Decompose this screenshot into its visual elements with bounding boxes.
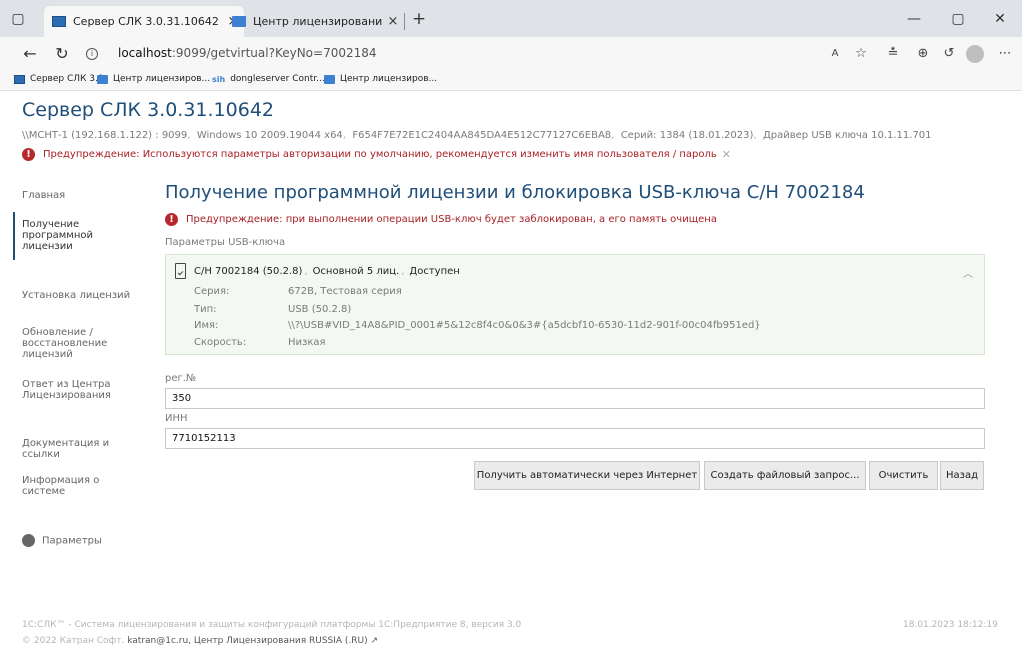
external-link-icon: ↗ bbox=[370, 636, 379, 646]
email-link[interactable]: katran@1c.ru bbox=[127, 636, 188, 646]
footer-timestamp: 18.01.2023 18:12:19 bbox=[903, 620, 998, 630]
collapse-chevron-icon[interactable]: ︿ bbox=[963, 265, 973, 280]
usb-params-label: Параметры USB-ключа bbox=[165, 237, 286, 248]
history-icon[interactable]: ↺ bbox=[940, 45, 958, 63]
back-button[interactable]: Назад bbox=[940, 461, 984, 490]
page-favicon-icon bbox=[324, 74, 335, 84]
reg-number-label: рег.№ bbox=[165, 373, 197, 384]
auth-warning: ! Предупреждение: Используются параметры… bbox=[22, 148, 731, 161]
sidebar-item-update-licenses[interactable]: Обновление / восстановление лицензий bbox=[22, 327, 137, 360]
tab-license-center[interactable]: Центр лицензирования СЛК.RU × bbox=[224, 6, 404, 37]
tab-actions-icon[interactable]: ▢ bbox=[0, 0, 36, 37]
page-favicon-icon bbox=[97, 74, 108, 84]
prop-value: 672В, Тестовая серия bbox=[288, 286, 402, 297]
footer-product: 1С:СЛК™ - Система лицензирования и защит… bbox=[22, 620, 522, 630]
dismiss-warning-icon[interactable]: ✕ bbox=[722, 148, 731, 161]
reg-number-input[interactable] bbox=[165, 388, 985, 409]
sidebar-item-docs[interactable]: Документация и ссылки bbox=[22, 438, 137, 460]
url-field[interactable]: localhost:9099/getvirtual?KeyNo=7002184 bbox=[118, 46, 377, 60]
prop-value: Низкая bbox=[288, 337, 326, 348]
usb-key-panel[interactable]: С/Н 7002184 (50.2.8), Основной 5 лиц., Д… bbox=[165, 254, 985, 355]
minimize-button[interactable]: — bbox=[892, 0, 936, 37]
active-nav-indicator bbox=[13, 212, 15, 260]
1c-favicon-icon bbox=[14, 74, 25, 84]
license-center-link[interactable]: Центр Лицензирования RUSSIA (.RU) bbox=[194, 636, 368, 646]
new-tab-button[interactable]: + bbox=[404, 0, 434, 37]
bookmark-license-center-2[interactable]: Центр лицензиров... bbox=[324, 74, 437, 84]
prop-value: \\?\USB#VID_14A8&PID_0001#5&12c8f4c0&0&3… bbox=[288, 320, 761, 331]
sidebar-item-settings[interactable]: Параметры bbox=[22, 534, 137, 547]
sidebar-item-center-response[interactable]: Ответ из Центра Лицензирования bbox=[22, 379, 137, 401]
warning-icon: ! bbox=[22, 148, 35, 161]
bookmark-server[interactable]: Сервер СЛК 3.0 bbox=[14, 74, 104, 84]
usb-key-header: С/Н 7002184 (50.2.8), Основной 5 лиц., Д… bbox=[175, 263, 460, 279]
bookmarks-bar: Сервер СЛК 3.0 Центр лицензиров... sih do… bbox=[0, 70, 1022, 91]
prop-label: Серия: bbox=[194, 286, 230, 297]
bookmark-dongleserver[interactable]: sih dongleserver Contr... bbox=[212, 74, 325, 84]
favorite-star-icon[interactable]: ☆ bbox=[852, 45, 870, 63]
collections-icon[interactable]: ⊕ bbox=[914, 45, 932, 63]
clear-button[interactable]: Очистить bbox=[869, 461, 938, 490]
get-auto-button[interactable]: Получить автоматически через Интернет bbox=[474, 461, 700, 490]
page-title: Сервер СЛК 3.0.31.10642 bbox=[22, 99, 275, 121]
1c-favicon-icon bbox=[52, 16, 66, 27]
site-info-icon[interactable]: i bbox=[86, 48, 98, 60]
usb-key-icon bbox=[175, 263, 186, 279]
prop-value: USB (50.2.8) bbox=[288, 304, 352, 315]
server-info: \\МСНТ-1 (192.168.1.122) : 9099, Windows… bbox=[22, 130, 932, 141]
sidebar-item-get-license[interactable]: Получение программной лицензии bbox=[22, 219, 137, 252]
operation-warning: ! Предупреждение: при выполнении операци… bbox=[165, 213, 717, 226]
main-heading: Получение программной лицензии и блокиро… bbox=[165, 182, 865, 203]
sih-favicon-icon: sih bbox=[212, 74, 226, 84]
inn-label: ИНН bbox=[165, 413, 188, 424]
sidebar-item-install-licenses[interactable]: Установка лицензий bbox=[22, 290, 137, 301]
tab-server[interactable]: Сервер СЛК 3.0.31.10642 × bbox=[44, 6, 244, 37]
reload-icon[interactable]: ↻ bbox=[52, 44, 72, 64]
shield-gear-icon bbox=[22, 534, 35, 547]
prop-label: Тип: bbox=[194, 304, 217, 315]
create-file-request-button[interactable]: Создать файловый запрос... bbox=[704, 461, 866, 490]
favorites-icon[interactable]: ≛ bbox=[884, 45, 902, 63]
maximize-button[interactable]: ▢ bbox=[936, 0, 980, 37]
back-arrow-icon[interactable]: ← bbox=[20, 44, 40, 64]
close-tab-icon[interactable]: × bbox=[382, 14, 404, 29]
address-bar: ← ↻ i localhost:9099/getvirtual?KeyNo=70… bbox=[0, 37, 1022, 70]
bookmark-license-center[interactable]: Центр лицензиров... bbox=[97, 74, 210, 84]
inn-input[interactable] bbox=[165, 428, 985, 449]
page-favicon-icon bbox=[232, 16, 246, 27]
close-window-button[interactable]: ✕ bbox=[978, 0, 1022, 37]
footer-copyright: © 2022 Катран Софт. katran@1c.ru, Центр … bbox=[22, 636, 379, 646]
sidebar-item-system-info[interactable]: Информация о системе bbox=[22, 475, 137, 497]
profile-avatar[interactable] bbox=[966, 45, 984, 63]
warning-icon: ! bbox=[165, 213, 178, 226]
read-aloud-icon[interactable]: A bbox=[826, 45, 844, 63]
prop-label: Скорость: bbox=[194, 337, 247, 348]
browser-tab-bar: ▢ Сервер СЛК 3.0.31.10642 × Центр лиценз… bbox=[0, 0, 1022, 37]
sidebar-item-home[interactable]: Главная bbox=[22, 190, 137, 201]
more-menu-icon[interactable]: ⋯ bbox=[996, 45, 1014, 63]
prop-label: Имя: bbox=[194, 320, 219, 331]
